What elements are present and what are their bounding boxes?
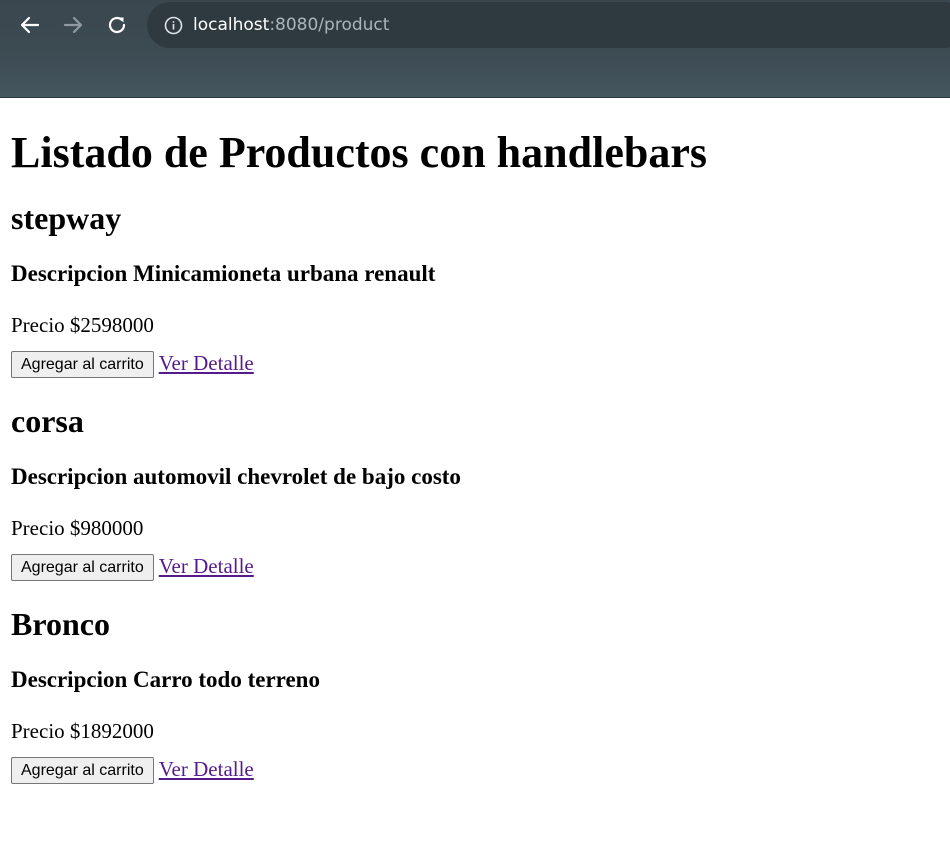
product-price: Precio $2598000 [11, 313, 154, 337]
back-button[interactable] [15, 10, 45, 40]
product-price: Precio $1892000 [11, 719, 154, 743]
product-description: Descripcion automovil chevrolet de bajo … [11, 464, 461, 489]
product-name: Bronco [11, 606, 110, 642]
info-icon[interactable] [163, 15, 183, 35]
page-content: Listado de Productos con handlebars step… [0, 128, 950, 784]
add-to-cart-button[interactable]: Agregar al carrito [11, 757, 154, 784]
product-actions: Agregar al carrito Ver Detalle [11, 551, 939, 581]
product-actions: Agregar al carrito Ver Detalle [11, 348, 939, 378]
arrow-right-icon [62, 14, 84, 36]
product-price: Precio $980000 [11, 516, 144, 540]
page-title: Listado de Productos con handlebars [11, 128, 707, 177]
product-card: stepway Descripcion Minicamioneta urbana… [11, 200, 939, 378]
arrow-left-icon [19, 14, 41, 36]
reload-icon [106, 14, 128, 36]
add-to-cart-button[interactable]: Agregar al carrito [11, 554, 154, 581]
product-actions: Agregar al carrito Ver Detalle [11, 754, 939, 784]
product-name: corsa [11, 403, 84, 439]
reload-button[interactable] [102, 10, 132, 40]
view-detail-link[interactable]: Ver Detalle [159, 350, 254, 376]
url-host: localhost [193, 15, 270, 35]
view-detail-link[interactable]: Ver Detalle [159, 756, 254, 782]
product-name: stepway [11, 200, 122, 236]
product-description: Descripcion Minicamioneta urbana renault [11, 261, 436, 286]
product-card: corsa Descripcion automovil chevrolet de… [11, 403, 939, 581]
url-text[interactable]: localhost:8080/product [193, 15, 389, 35]
browser-toolbar: localhost:8080/product [0, 0, 950, 98]
forward-button[interactable] [58, 10, 88, 40]
view-detail-link[interactable]: Ver Detalle [159, 553, 254, 579]
address-bar[interactable]: localhost:8080/product [147, 2, 950, 48]
product-card: Bronco Descripcion Carro todo terreno Pr… [11, 606, 939, 784]
url-path: :8080/product [269, 15, 390, 35]
add-to-cart-button[interactable]: Agregar al carrito [11, 351, 154, 378]
product-description: Descripcion Carro todo terreno [11, 667, 320, 692]
